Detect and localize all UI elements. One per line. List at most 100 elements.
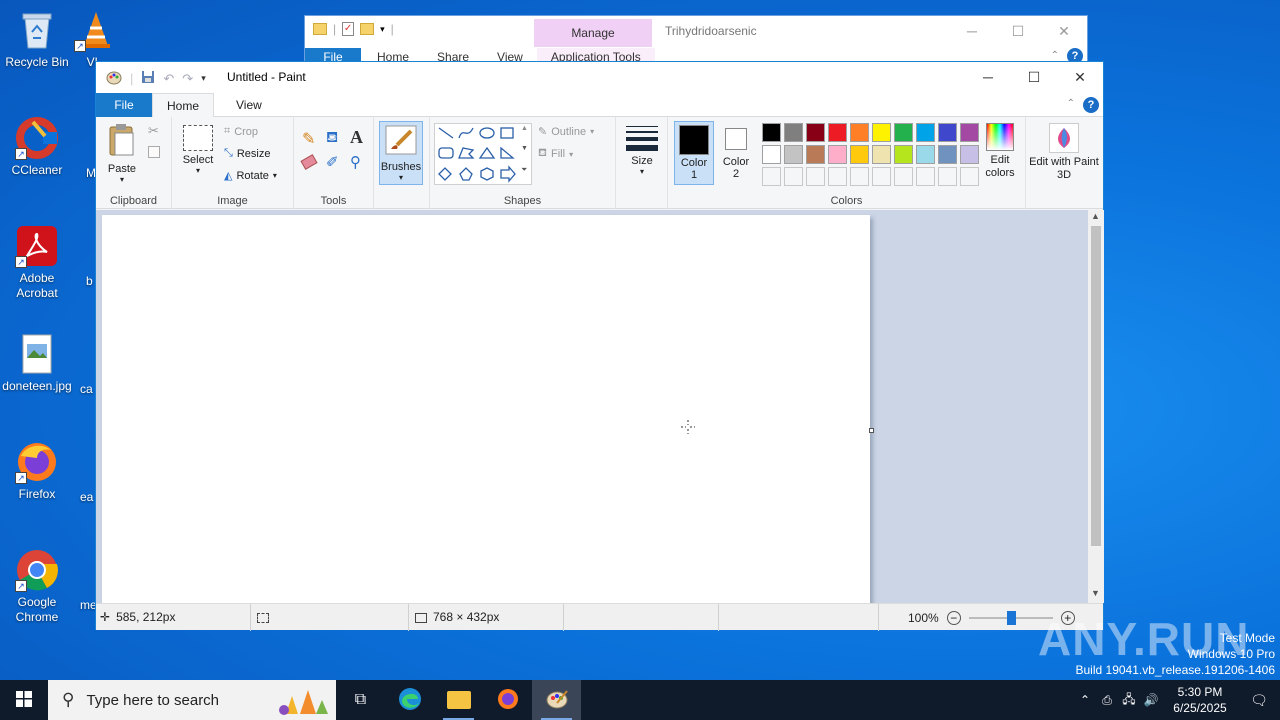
color1-button[interactable]: Color 1 — [674, 121, 714, 185]
palette-swatch[interactable] — [850, 123, 869, 142]
maximize-button[interactable]: ☐ — [995, 16, 1041, 46]
folder-icon[interactable] — [313, 23, 327, 35]
minimize-button[interactable]: ─ — [949, 16, 995, 46]
custom-color-slot[interactable] — [828, 167, 847, 186]
custom-color-slot[interactable] — [762, 167, 781, 186]
resize-button[interactable]: ⤡ Resize — [224, 147, 270, 160]
desktop-icon-partial[interactable]: b — [86, 274, 93, 288]
fill-button[interactable]: ⛾ Fill ▾ — [538, 147, 573, 161]
palette-swatch[interactable] — [894, 145, 913, 164]
close-button[interactable]: ✕ — [1041, 16, 1087, 46]
redo-icon[interactable]: ↷ — [182, 71, 193, 87]
drawing-canvas[interactable] — [102, 215, 870, 603]
palette-swatch[interactable] — [806, 123, 825, 142]
save-icon[interactable] — [141, 70, 155, 87]
show-hidden-icons-icon[interactable]: ⌃ — [1074, 693, 1096, 707]
start-button[interactable] — [0, 680, 48, 720]
desktop-icon-chrome[interactable]: ↗ Google Chrome — [0, 548, 74, 625]
vertical-scrollbar[interactable]: ▲ ▼ — [1088, 210, 1104, 603]
paint-app-icon[interactable] — [106, 69, 122, 88]
size-button[interactable]: Size ▾ — [622, 123, 662, 176]
desktop-icon-recycle-bin[interactable]: Recycle Bin — [0, 8, 74, 70]
custom-color-slot[interactable] — [850, 167, 869, 186]
text-icon[interactable]: A — [350, 127, 363, 148]
color-picker-icon[interactable]: ✐ — [326, 153, 339, 171]
close-button[interactable]: ✕ — [1057, 62, 1103, 92]
select-button[interactable]: Select ▾ — [178, 125, 218, 175]
palette-swatch[interactable] — [828, 145, 847, 164]
desktop-icon-partial[interactable]: ca — [80, 382, 93, 396]
properties-icon[interactable]: ✓ — [342, 22, 355, 36]
new-folder-icon[interactable] — [360, 23, 375, 35]
taskbar-paint[interactable] — [532, 680, 581, 720]
palette-swatch[interactable] — [806, 145, 825, 164]
desktop-icon-adobe-acrobat[interactable]: ↗ Adobe Acrobat — [0, 224, 74, 301]
canvas-resize-handle[interactable] — [869, 428, 874, 433]
network-icon[interactable]: 🖧 — [1118, 690, 1140, 711]
explorer-window[interactable]: | ✓ ▾ | Manage Trihydridoarsenic File Ho… — [304, 15, 1088, 66]
paint-window[interactable]: | ↶ ↷ ▾ Untitled - Paint ─ ☐ ✕ File Home… — [95, 61, 1104, 631]
custom-color-slot[interactable] — [806, 167, 825, 186]
edit-with-paint3d-button[interactable]: Edit with Paint 3D — [1028, 123, 1100, 182]
tab-view[interactable]: View — [222, 93, 276, 117]
undo-icon[interactable]: ↶ — [163, 71, 174, 87]
palette-swatch[interactable] — [784, 123, 803, 142]
scroll-down-icon[interactable]: ▼ — [1091, 588, 1100, 598]
taskbar-search-box[interactable]: ⚲ Type here to search — [48, 680, 336, 720]
minimize-button[interactable]: ─ — [965, 62, 1011, 92]
scroll-up-icon[interactable]: ▲ — [1091, 211, 1100, 221]
palette-swatch[interactable] — [916, 145, 935, 164]
custom-color-slot[interactable] — [894, 167, 913, 186]
palette-swatch[interactable] — [872, 123, 891, 142]
brushes-button[interactable]: Brushes ▾ — [379, 121, 423, 185]
custom-color-slot[interactable] — [960, 167, 979, 186]
crop-button[interactable]: ⌗ Crop — [224, 125, 258, 138]
ribbon-collapse-icon[interactable]: ⌃ — [1067, 98, 1075, 109]
edit-colors-button[interactable]: Edit colors — [978, 123, 1022, 180]
taskbar-clock[interactable]: 5:30 PM 6/25/2025 — [1162, 684, 1238, 716]
color2-button[interactable]: Color 2 — [716, 121, 756, 185]
palette-swatch[interactable] — [938, 123, 957, 142]
volume-icon[interactable]: 🔊 — [1140, 693, 1162, 707]
help-icon[interactable]: ? — [1083, 97, 1099, 113]
palette-swatch[interactable] — [784, 145, 803, 164]
shapes-gallery[interactable] — [434, 123, 532, 185]
zoom-out-icon[interactable]: − — [946, 610, 961, 625]
desktop-icon-doneteen[interactable]: doneteen.jpg — [0, 332, 74, 394]
palette-swatch[interactable] — [762, 123, 781, 142]
rotate-button[interactable]: ◭ Rotate ▾ — [224, 169, 277, 183]
taskbar-task-view[interactable]: ⧉ — [336, 680, 385, 720]
taskbar-file-explorer[interactable] — [434, 680, 483, 720]
scroll-down-icon[interactable]: ▼ — [521, 145, 528, 152]
network-device-icon[interactable]: ⎙ — [1096, 693, 1118, 708]
palette-swatch[interactable] — [938, 145, 957, 164]
desktop-icon-ccleaner[interactable]: ↗ CCleaner — [0, 116, 74, 178]
paste-button[interactable]: Paste ▾ — [102, 123, 142, 184]
palette-swatch[interactable] — [762, 145, 781, 164]
palette-swatch[interactable] — [850, 145, 869, 164]
scrollbar-thumb[interactable] — [1091, 226, 1101, 546]
more-shapes-icon[interactable]: ⏷ — [521, 165, 527, 175]
taskbar-firefox[interactable] — [483, 680, 532, 720]
customize-dropdown-icon[interactable]: ▾ — [380, 24, 385, 35]
outline-button[interactable]: ✎ Outline ▾ — [538, 125, 594, 139]
palette-swatch[interactable] — [872, 145, 891, 164]
palette-swatch[interactable] — [916, 123, 935, 142]
eraser-icon[interactable] — [300, 154, 318, 170]
custom-color-slot[interactable] — [784, 167, 803, 186]
maximize-button[interactable]: ☐ — [1011, 62, 1057, 92]
custom-color-slot[interactable] — [938, 167, 957, 186]
ribbon-collapse-icon[interactable]: ⌃ — [1051, 50, 1059, 61]
tab-file[interactable]: File — [96, 93, 152, 117]
palette-swatch[interactable] — [828, 123, 847, 142]
custom-color-slot[interactable] — [916, 167, 935, 186]
cut-icon[interactable]: ✂ — [148, 123, 159, 139]
magnifier-icon[interactable]: ⚲ — [350, 153, 361, 171]
taskbar-edge[interactable] — [385, 680, 434, 720]
desktop-icon-partial[interactable]: ea — [80, 490, 93, 504]
palette-swatch[interactable] — [894, 123, 913, 142]
palette-swatch[interactable] — [960, 123, 979, 142]
explorer-manage-tab[interactable]: Manage — [534, 19, 652, 47]
desktop-icon-firefox[interactable]: ↗ Firefox — [0, 440, 74, 502]
customize-dropdown-icon[interactable]: ▾ — [201, 73, 206, 84]
